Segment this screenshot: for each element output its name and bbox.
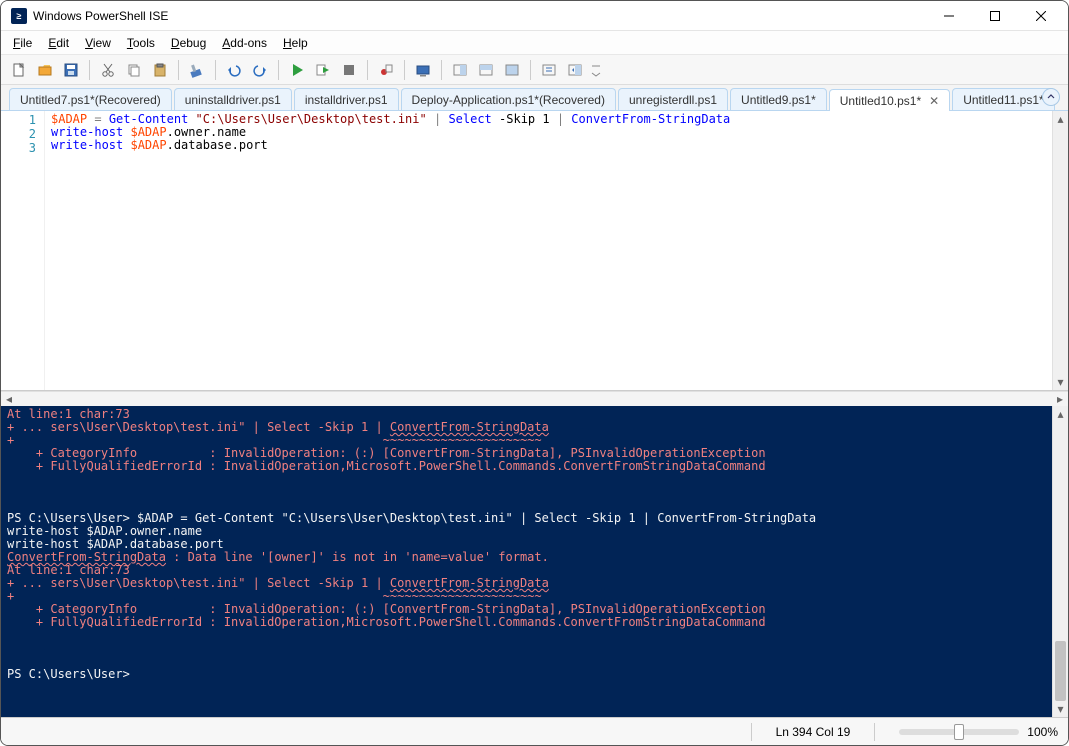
scroll-thumb[interactable] — [1055, 641, 1066, 701]
menu-tools[interactable]: Tools — [121, 34, 161, 52]
powershell-icon: ≥ — [11, 8, 27, 24]
editor-gutter: 123 — [1, 111, 45, 390]
zoom-slider[interactable] — [899, 729, 1019, 735]
tab-label: installdriver.ps1 — [305, 93, 388, 107]
titlebar: ≥ Windows PowerShell ISE — [1, 1, 1068, 31]
scroll-right-icon[interactable]: ▸ — [1052, 392, 1068, 406]
console-line: + FullyQualifiedErrorId : InvalidOperati… — [7, 460, 1046, 473]
tab-0[interactable]: Untitled7.ps1*(Recovered) — [9, 88, 172, 110]
console-line — [7, 473, 1046, 486]
console-line — [7, 629, 1046, 642]
gutter-line: 3 — [1, 141, 36, 155]
new-icon[interactable] — [7, 58, 31, 82]
open-icon[interactable] — [33, 58, 57, 82]
console-output[interactable]: At line:1 char:73+ ... sers\User\Desktop… — [1, 406, 1052, 717]
toolbar-overflow-icon[interactable] — [589, 58, 603, 82]
close-button[interactable] — [1018, 1, 1064, 31]
gutter-line: 1 — [1, 113, 36, 127]
menu-help[interactable]: Help — [277, 34, 314, 52]
show-command-icon[interactable] — [537, 58, 561, 82]
tab-4[interactable]: unregisterdll.ps1 — [618, 88, 728, 110]
statusbar: Ln 394 Col 19 100% — [1, 717, 1068, 745]
scroll-up-icon[interactable]: ▴ — [1053, 406, 1068, 422]
console-line — [7, 486, 1046, 499]
layout-full-icon[interactable] — [500, 58, 524, 82]
tab-1[interactable]: uninstalldriver.ps1 — [174, 88, 292, 110]
zoom-thumb[interactable] — [954, 724, 964, 740]
workarea: 123 $ADAP = Get-Content "C:\Users\User\D… — [1, 111, 1068, 717]
maximize-button[interactable] — [972, 1, 1018, 31]
layout-top-icon[interactable] — [474, 58, 498, 82]
menu-view[interactable]: View — [79, 34, 117, 52]
collapse-script-pane-icon[interactable] — [1042, 88, 1060, 106]
menu-edit[interactable]: Edit — [42, 34, 75, 52]
console-line: + FullyQualifiedErrorId : InvalidOperati… — [7, 616, 1046, 629]
show-addon-icon[interactable] — [563, 58, 587, 82]
zoom-level: 100% — [1027, 725, 1058, 739]
console-line — [7, 655, 1046, 668]
editor-line[interactable]: write-host $ADAP.database.port — [51, 139, 1046, 152]
window: ≥ Windows PowerShell ISE FileEditViewToo… — [0, 0, 1069, 746]
menubar: FileEditViewToolsDebugAdd-onsHelp — [1, 31, 1068, 55]
console-vscrollbar[interactable]: ▴ ▾ — [1052, 406, 1068, 717]
clear-console-icon[interactable] — [185, 58, 209, 82]
console-line: ConvertFrom-StringData : Data line '[own… — [7, 551, 1046, 564]
layout-right-icon[interactable] — [448, 58, 472, 82]
tab-5[interactable]: Untitled9.ps1* — [730, 88, 827, 110]
scroll-up-icon[interactable]: ▴ — [1053, 111, 1068, 127]
cursor-position: Ln 394 Col 19 — [776, 725, 851, 739]
undo-icon[interactable] — [222, 58, 246, 82]
tab-7[interactable]: Untitled11.ps1* — [952, 88, 1055, 110]
tab-label: Untitled10.ps1* — [840, 94, 921, 108]
scroll-down-icon[interactable]: ▾ — [1053, 701, 1068, 717]
copy-icon[interactable] — [122, 58, 146, 82]
script-editor: 123 $ADAP = Get-Content "C:\Users\User\D… — [1, 111, 1068, 391]
tab-label: Untitled7.ps1*(Recovered) — [20, 93, 161, 107]
editor-hscrollbar[interactable]: ◂ ▸ — [1, 391, 1068, 406]
tab-label: unregisterdll.ps1 — [629, 93, 717, 107]
editor-body[interactable]: $ADAP = Get-Content "C:\Users\User\Deskt… — [45, 111, 1052, 390]
console-pane: At line:1 char:73+ ... sers\User\Desktop… — [1, 406, 1068, 717]
save-icon[interactable] — [59, 58, 83, 82]
redo-icon[interactable] — [248, 58, 272, 82]
minimize-button[interactable] — [926, 1, 972, 31]
editor-vscrollbar[interactable]: ▴ ▾ — [1052, 111, 1068, 390]
console-line — [7, 642, 1046, 655]
tab-6[interactable]: Untitled10.ps1* ✕ — [829, 89, 950, 111]
menu-addons[interactable]: Add-ons — [216, 34, 273, 52]
console-line: PS C:\Users\User> — [7, 668, 1046, 681]
tab-label: Untitled9.ps1* — [741, 93, 816, 107]
tabstrip: Untitled7.ps1*(Recovered) uninstalldriver… — [1, 85, 1068, 111]
tab-3[interactable]: Deploy-Application.ps1*(Recovered) — [401, 88, 616, 110]
gutter-line: 2 — [1, 127, 36, 141]
toolbar — [1, 55, 1068, 85]
remote-icon[interactable] — [411, 58, 435, 82]
menu-file[interactable]: File — [7, 34, 38, 52]
window-title: Windows PowerShell ISE — [33, 9, 168, 23]
menu-debug[interactable]: Debug — [165, 34, 212, 52]
run-icon[interactable] — [285, 58, 309, 82]
stop-icon[interactable] — [337, 58, 361, 82]
paste-icon[interactable] — [148, 58, 172, 82]
tab-2[interactable]: installdriver.ps1 — [294, 88, 399, 110]
tab-label: Untitled11.ps1* — [963, 93, 1044, 107]
scroll-track[interactable] — [1053, 127, 1068, 374]
run-selection-icon[interactable] — [311, 58, 335, 82]
scroll-down-icon[interactable]: ▾ — [1053, 374, 1068, 390]
tab-label: Deploy-Application.ps1*(Recovered) — [412, 93, 605, 107]
cut-icon[interactable] — [96, 58, 120, 82]
tab-close-icon[interactable]: ✕ — [929, 94, 939, 108]
scroll-left-icon[interactable]: ◂ — [1, 392, 17, 406]
breakpoint-icon[interactable] — [374, 58, 398, 82]
tab-label: uninstalldriver.ps1 — [185, 93, 281, 107]
